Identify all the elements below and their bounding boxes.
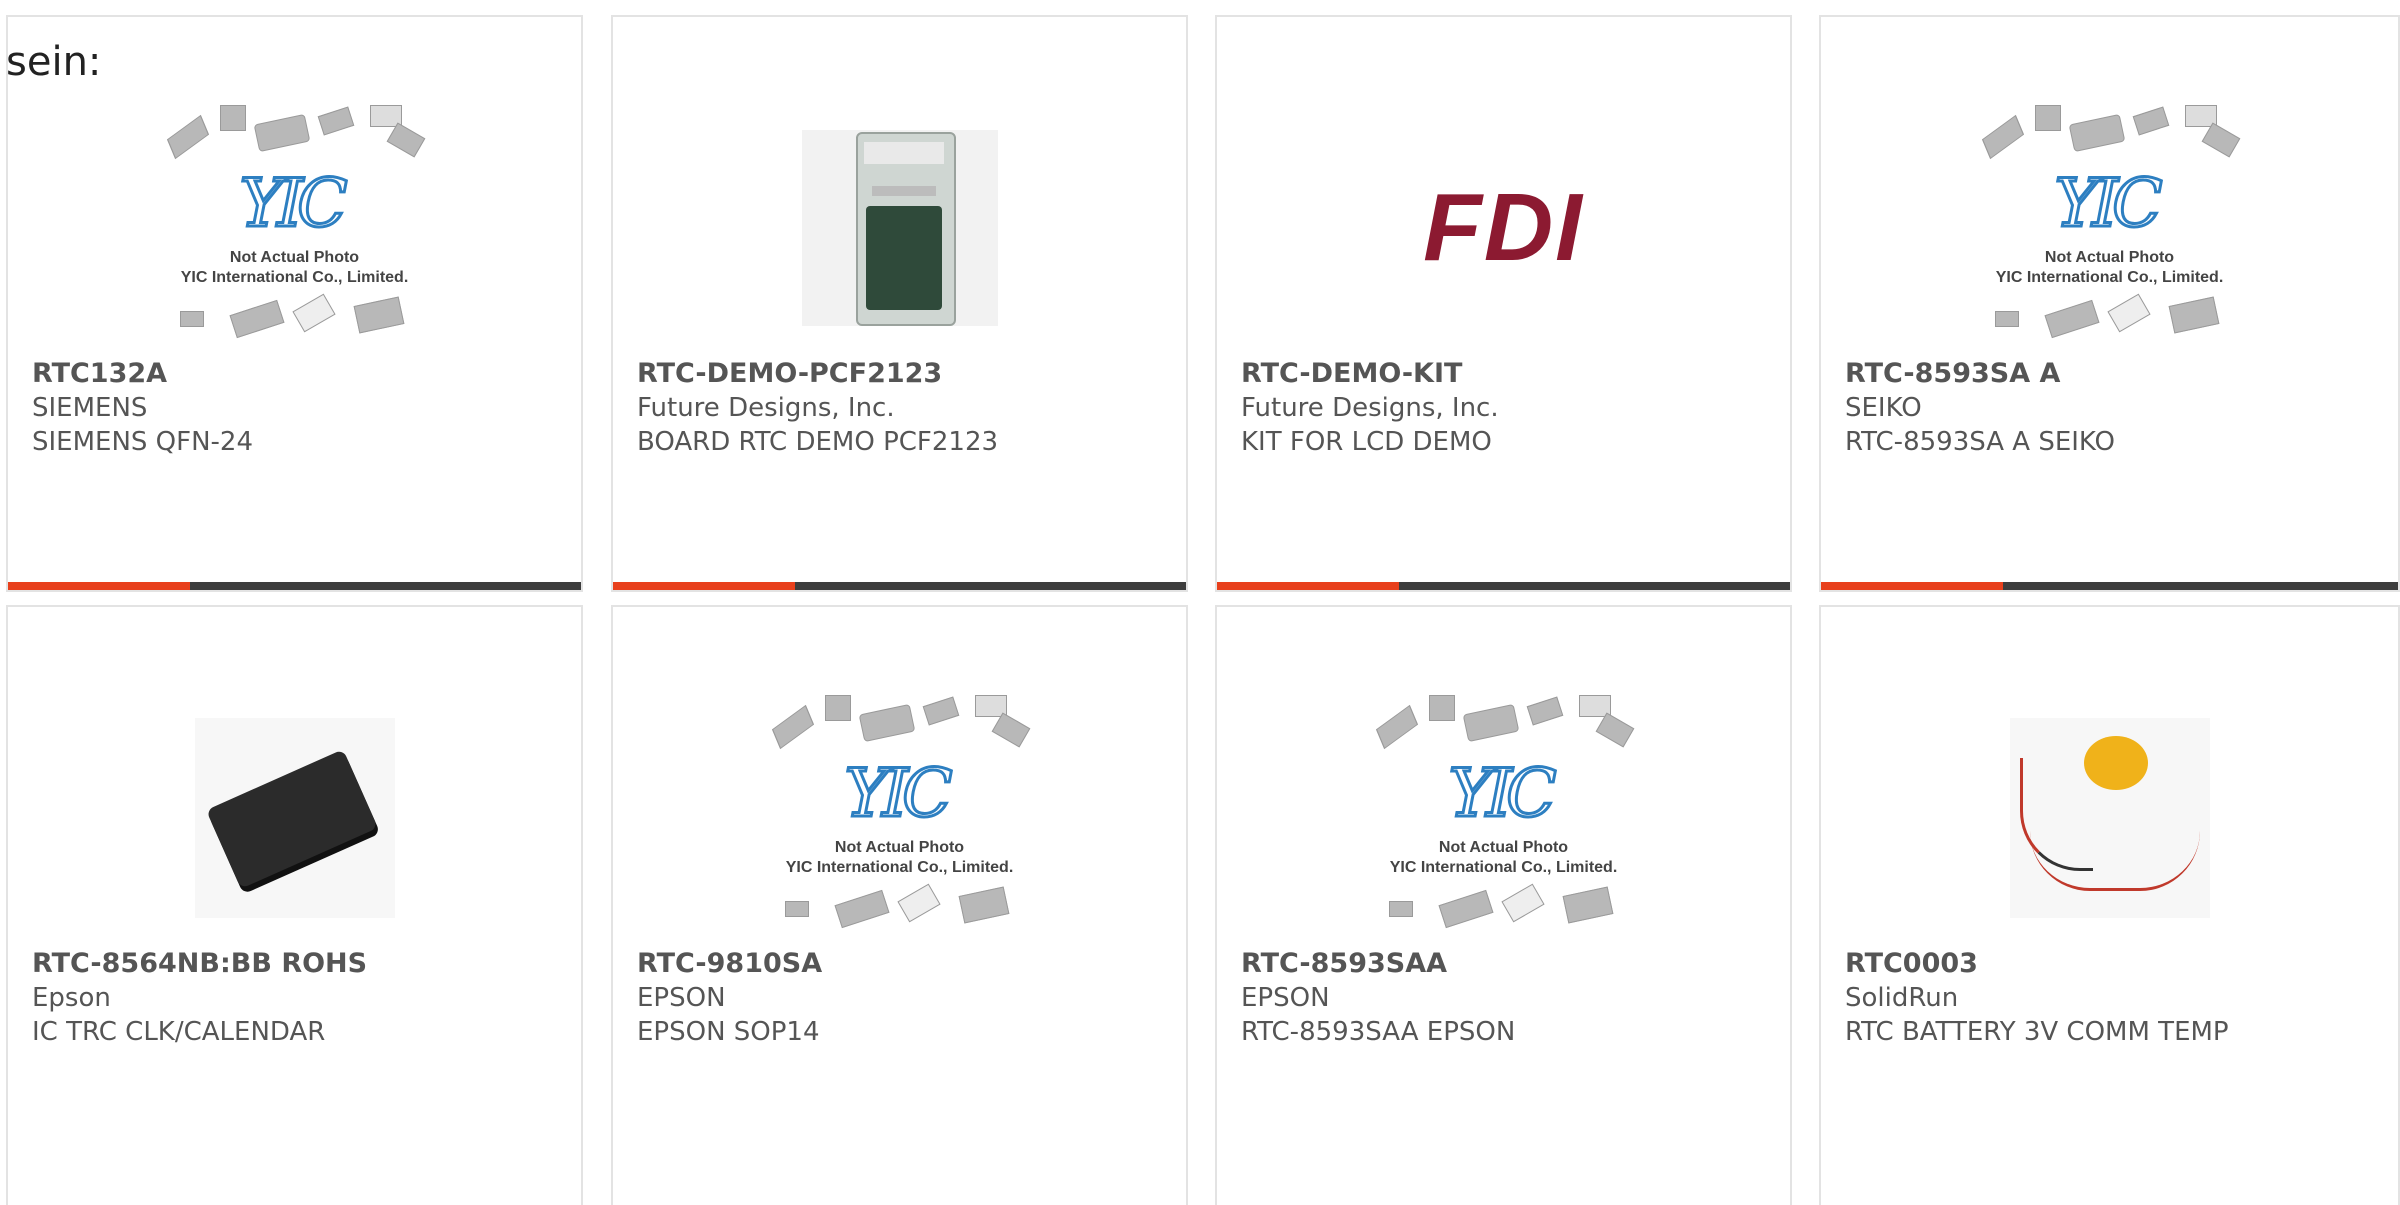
product-info: RTC-8564NB:BB ROHS Epson IC TRC CLK/CALE… — [32, 947, 561, 1049]
manufacturer: EPSON — [637, 983, 726, 1013]
card-accent-bar — [1217, 582, 1790, 590]
part-number[interactable]: RTC132A — [32, 357, 561, 391]
yic-placeholder-image: YIC Not Actual Photo YIC International C… — [765, 695, 1035, 941]
fdi-logo-icon: FDI — [1423, 174, 1584, 281]
yic-logo-icon: YIC — [238, 164, 349, 244]
product-info: RTC-8593SA A SEIKO RTC-8593SA A SEIKO — [1845, 357, 2378, 459]
description: KIT FOR LCD DEMO — [1241, 427, 1492, 457]
yic-placeholder-image: YIC Not Actual Photo YIC International C… — [1369, 695, 1639, 941]
part-number[interactable]: RTC-8564NB:BB ROHS — [32, 947, 561, 981]
description: RTC BATTERY 3V COMM TEMP — [1845, 1017, 2229, 1047]
yic-placeholder-image: YIC Not Actual Photo YIC International C… — [1975, 105, 2245, 351]
part-number[interactable]: RTC-DEMO-PCF2123 — [637, 357, 1166, 391]
description: RTC-8593SAA EPSON — [1241, 1017, 1516, 1047]
product-image[interactable]: YIC Not Actual Photo YIC International C… — [765, 695, 1035, 941]
description: IC TRC CLK/CALENDAR — [32, 1017, 326, 1047]
product-image[interactable]: FDI — [1369, 105, 1639, 351]
part-number[interactable]: RTC-8593SA A — [1845, 357, 2378, 391]
description: EPSON SOP14 — [637, 1017, 820, 1047]
card-accent-bar — [1821, 582, 2398, 590]
product-grid: YIC Not Actual Photo YIC International C… — [0, 0, 2400, 1205]
prefix-text: sein: — [6, 39, 102, 85]
product-card[interactable]: RTC-DEMO-PCF2123 Future Designs, Inc. BO… — [611, 15, 1188, 592]
product-info: RTC0003 SolidRun RTC BATTERY 3V COMM TEM… — [1845, 947, 2378, 1049]
description: BOARD RTC DEMO PCF2123 — [637, 427, 999, 457]
manufacturer: Future Designs, Inc. — [1241, 393, 1499, 423]
card-accent-bar — [613, 582, 1186, 590]
ic-chip-photo-image — [194, 718, 395, 918]
product-card[interactable]: YIC Not Actual Photo YIC International C… — [1215, 605, 1792, 1205]
part-number[interactable]: RTC0003 — [1845, 947, 2378, 981]
part-number[interactable]: RTC-9810SA — [637, 947, 1166, 981]
manufacturer: SolidRun — [1845, 983, 1959, 1013]
card-accent-bar — [8, 582, 581, 590]
product-image[interactable] — [765, 105, 1035, 351]
yic-placeholder-image: YIC Not Actual Photo YIC International C… — [160, 105, 430, 351]
product-image[interactable] — [160, 695, 430, 941]
coin-battery-photo-image — [2009, 718, 2210, 918]
yic-logo-icon: YIC — [843, 754, 954, 834]
product-card[interactable]: RTC-8564NB:BB ROHS Epson IC TRC CLK/CALE… — [6, 605, 583, 1205]
product-info: RTC-DEMO-KIT Future Designs, Inc. KIT FO… — [1241, 357, 1770, 459]
fdi-board-package-image — [801, 130, 998, 326]
product-card[interactable]: RTC0003 SolidRun RTC BATTERY 3V COMM TEM… — [1819, 605, 2400, 1205]
product-card[interactable]: YIC Not Actual Photo YIC International C… — [1819, 15, 2400, 592]
manufacturer: EPSON — [1241, 983, 1330, 1013]
yic-logo-icon: YIC — [2053, 164, 2164, 244]
description: SIEMENS QFN-24 — [32, 427, 254, 457]
part-number[interactable]: RTC-DEMO-KIT — [1241, 357, 1770, 391]
product-image[interactable]: YIC Not Actual Photo YIC International C… — [1975, 105, 2245, 351]
product-image[interactable]: YIC Not Actual Photo YIC International C… — [1369, 695, 1639, 941]
product-info: RTC-9810SA EPSON EPSON SOP14 — [637, 947, 1166, 1049]
product-image[interactable]: YIC Not Actual Photo YIC International C… — [160, 105, 430, 351]
yic-logo-icon: YIC — [1447, 754, 1558, 834]
manufacturer: Epson — [32, 983, 111, 1013]
description: RTC-8593SA A SEIKO — [1845, 427, 2116, 457]
product-info: RTC-8593SAA EPSON RTC-8593SAA EPSON — [1241, 947, 1770, 1049]
product-image[interactable] — [1975, 695, 2245, 941]
product-card[interactable]: YIC Not Actual Photo YIC International C… — [611, 605, 1188, 1205]
manufacturer: Future Designs, Inc. — [637, 393, 895, 423]
manufacturer: SEIKO — [1845, 393, 1922, 423]
product-info: RTC-DEMO-PCF2123 Future Designs, Inc. BO… — [637, 357, 1166, 459]
part-number[interactable]: RTC-8593SAA — [1241, 947, 1770, 981]
manufacturer: SIEMENS — [32, 393, 148, 423]
product-card[interactable]: YIC Not Actual Photo YIC International C… — [6, 15, 583, 592]
product-card[interactable]: FDI RTC-DEMO-KIT Future Designs, Inc. KI… — [1215, 15, 1792, 592]
product-info: RTC132A SIEMENS SIEMENS QFN-24 — [32, 357, 561, 459]
